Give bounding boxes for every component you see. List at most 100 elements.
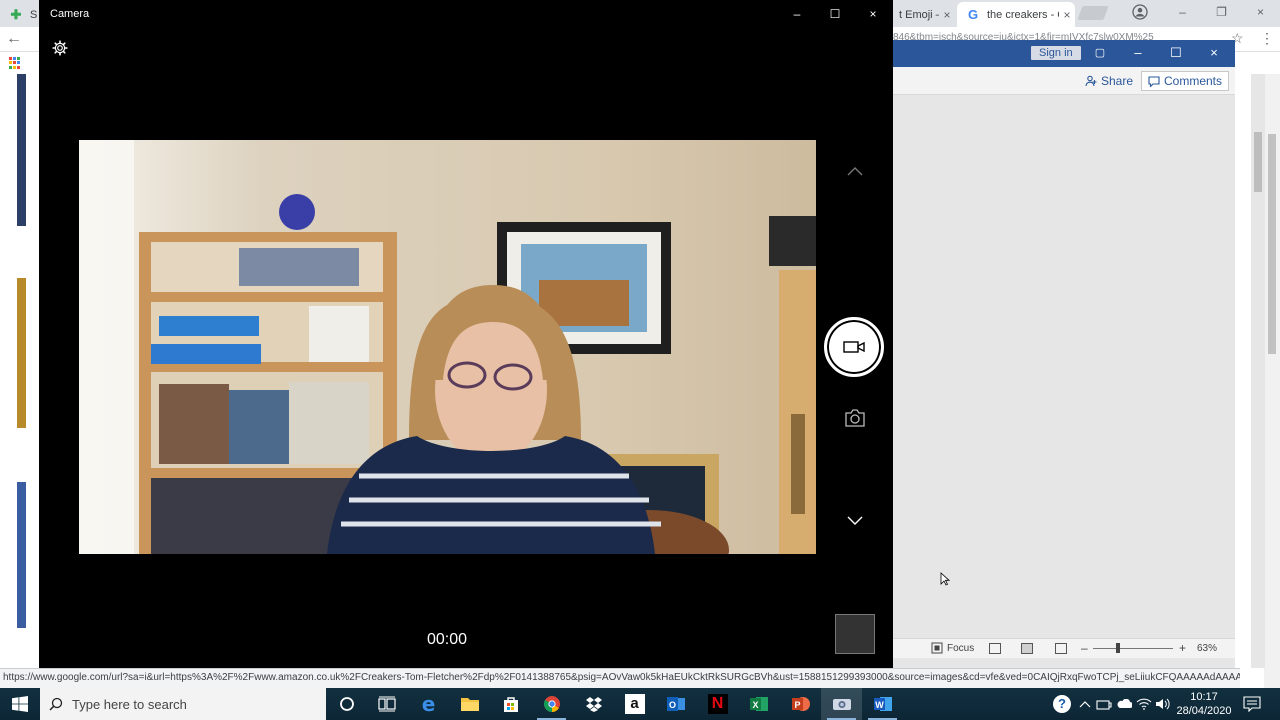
share-icon xyxy=(1085,75,1097,87)
help-icon[interactable]: ? xyxy=(1052,694,1072,714)
edge-icon: e xyxy=(421,692,436,716)
chrome-menu-icon[interactable]: ⋮ xyxy=(1260,30,1274,47)
svg-text:O: O xyxy=(668,700,675,710)
print-layout-view-icon[interactable] xyxy=(1021,643,1033,654)
edge-app[interactable]: e xyxy=(408,688,449,720)
tab-favicon-icon: ✚ xyxy=(10,6,22,22)
chrome-scrollbar[interactable] xyxy=(1264,74,1280,688)
photo-mode-camera-icon[interactable] xyxy=(844,408,866,428)
start-button[interactable] xyxy=(0,688,40,720)
system-clock[interactable]: 10:17 28/04/2020 xyxy=(1172,690,1236,718)
amazon-icon: a xyxy=(624,694,645,714)
share-button[interactable]: Share xyxy=(1079,71,1139,91)
zoom-in-button[interactable]: + xyxy=(1179,641,1186,655)
search-icon xyxy=(40,688,72,720)
comments-button[interactable]: Comments xyxy=(1141,71,1230,91)
word-app[interactable]: W xyxy=(862,688,903,720)
chevron-down-icon[interactable] xyxy=(845,512,865,530)
windows-logo-icon xyxy=(12,696,28,712)
chrome-tab-title: the creakers - C xyxy=(987,8,1059,21)
chrome-tab-3[interactable]: G the creakers - C × xyxy=(957,2,1075,27)
result-thumbnail[interactable] xyxy=(17,278,26,428)
clock-time: 10:17 xyxy=(1190,691,1218,703)
dropbox-app[interactable] xyxy=(573,688,614,720)
record-video-button[interactable] xyxy=(824,317,884,377)
word-status-bar: Focus – + 63% xyxy=(893,638,1235,658)
chrome-app[interactable] xyxy=(531,688,572,720)
focus-label: Focus xyxy=(947,642,975,654)
file-explorer-app[interactable] xyxy=(449,688,490,720)
word-vertical-scrollbar[interactable] xyxy=(1251,74,1265,668)
volume-icon[interactable] xyxy=(1155,696,1171,712)
svg-text:P: P xyxy=(794,700,800,710)
powerpoint-app[interactable]: P xyxy=(780,688,821,720)
camera-window-title: Camera xyxy=(50,8,90,20)
taskbar: Type here to search e a O N X P W ? 10:1… xyxy=(0,688,1280,720)
back-arrow-icon[interactable]: ← xyxy=(6,30,24,48)
netflix-app[interactable]: N xyxy=(697,688,738,720)
task-view-button[interactable] xyxy=(366,688,407,720)
read-mode-view-icon[interactable] xyxy=(989,643,1001,654)
last-capture-thumbnail[interactable] xyxy=(835,614,875,654)
dropbox-icon xyxy=(585,697,602,712)
svg-text:W: W xyxy=(875,700,884,710)
apps-grid-icon[interactable] xyxy=(9,57,21,69)
chrome-close-button[interactable]: × xyxy=(1241,0,1280,27)
zoom-slider[interactable] xyxy=(1093,648,1173,649)
cortana-icon xyxy=(339,697,354,711)
camera-close-button[interactable]: × xyxy=(854,0,892,28)
word-document-area[interactable] xyxy=(893,95,1235,647)
safely-remove-hardware-icon[interactable] xyxy=(1096,696,1112,712)
cortana-button[interactable] xyxy=(326,688,367,720)
store-bag-icon xyxy=(503,697,518,712)
chrome-tab-2[interactable]: t Emoji – × xyxy=(893,2,955,27)
camera-app-icon xyxy=(832,699,851,710)
netflix-icon: N xyxy=(707,694,728,714)
camera-viewfinder[interactable] xyxy=(79,140,816,554)
chrome-window-controls: – ❐ × xyxy=(1163,0,1280,27)
result-thumbnail[interactable] xyxy=(17,74,26,226)
image-results-strip xyxy=(0,74,40,668)
chrome-minimize-button[interactable]: – xyxy=(1163,0,1202,27)
camera-app[interactable] xyxy=(821,688,862,720)
share-label: Share xyxy=(1101,74,1134,88)
camera-minimize-button[interactable]: – xyxy=(778,0,816,28)
word-minimize-button[interactable]: – xyxy=(1119,40,1157,67)
web-layout-view-icon[interactable] xyxy=(1055,643,1067,654)
zoom-level[interactable]: 63% xyxy=(1197,643,1217,654)
word-close-button[interactable]: × xyxy=(1195,40,1233,67)
camera-maximize-button[interactable]: ☐ xyxy=(816,0,854,28)
taskbar-search-box[interactable]: Type here to search xyxy=(40,688,326,720)
outlook-app[interactable]: O xyxy=(655,688,696,720)
tab-close-icon[interactable]: × xyxy=(939,8,955,22)
chrome-restore-button[interactable]: ❐ xyxy=(1202,0,1241,27)
result-thumbnail[interactable] xyxy=(17,482,26,628)
word-sign-in-button[interactable]: Sign in xyxy=(1031,46,1081,60)
word-maximize-button[interactable]: ☐ xyxy=(1157,40,1195,67)
word-title-bar: Sign in ▢ – ☐ × xyxy=(893,40,1235,67)
ribbon-display-options-button[interactable]: ▢ xyxy=(1081,40,1119,67)
chevron-up-icon[interactable] xyxy=(845,162,865,180)
focus-mode-button[interactable]: Focus xyxy=(931,642,974,654)
excel-icon: X xyxy=(749,697,768,711)
recording-timer: 00:00 xyxy=(426,631,468,648)
zoom-out-button[interactable]: – xyxy=(1081,641,1088,655)
amazon-app[interactable]: a xyxy=(614,688,655,720)
word-icon: W xyxy=(873,697,892,711)
google-favicon-icon: G xyxy=(967,6,979,22)
chevron-up-tray-icon[interactable] xyxy=(1077,696,1093,712)
zoom-slider-thumb[interactable] xyxy=(1116,643,1120,653)
wifi-icon[interactable] xyxy=(1136,696,1152,712)
link-status-bar: https://www.google.com/url?sa=i&url=http… xyxy=(0,668,1240,688)
new-tab-button[interactable] xyxy=(1077,6,1109,20)
tab-close-icon[interactable]: × xyxy=(1059,8,1075,22)
store-app[interactable] xyxy=(490,688,531,720)
outlook-icon: O xyxy=(666,697,685,711)
profile-icon[interactable] xyxy=(1132,4,1148,20)
settings-gear-icon[interactable] xyxy=(52,40,68,56)
onedrive-cloud-icon[interactable] xyxy=(1116,696,1132,712)
chrome-tab-1[interactable]: ✚ S xyxy=(0,2,40,27)
excel-app[interactable]: X xyxy=(738,688,779,720)
folder-icon xyxy=(460,698,479,711)
action-center-icon[interactable] xyxy=(1243,696,1261,712)
